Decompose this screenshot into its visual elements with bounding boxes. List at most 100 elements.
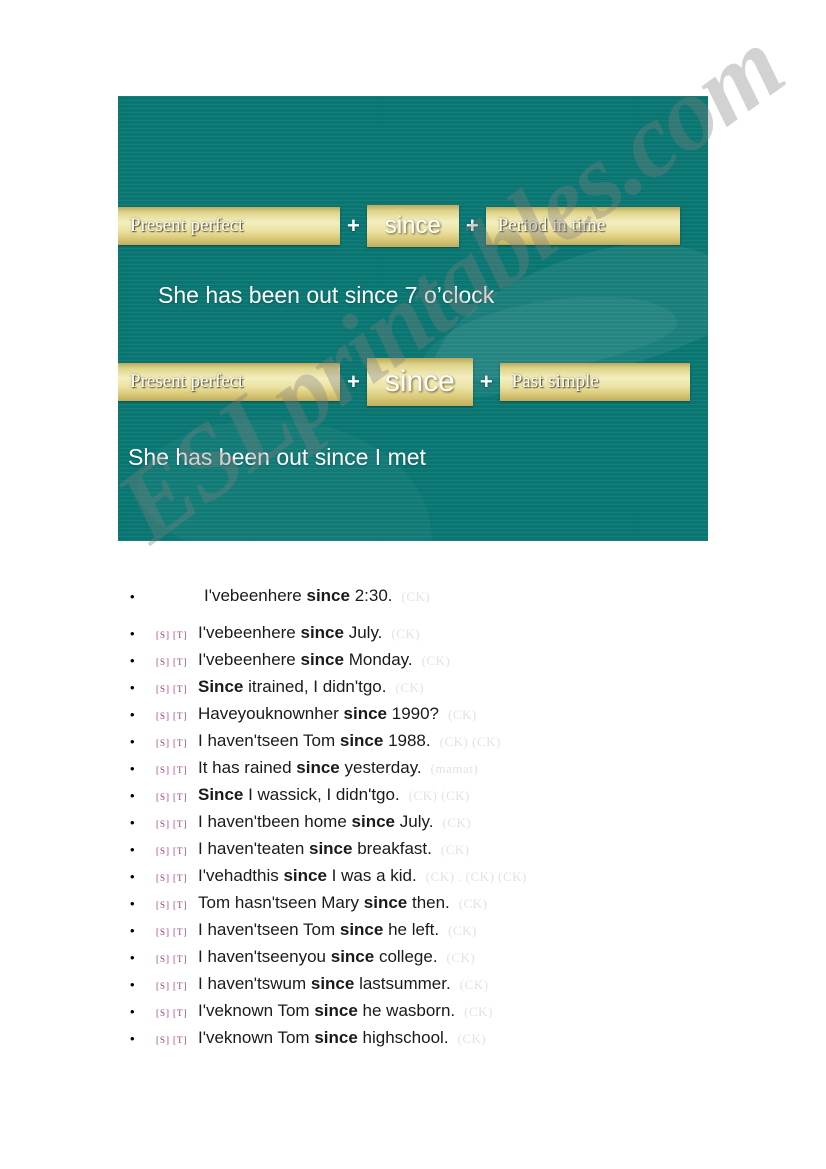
sentence-text: I'vebeenhere since 2:30.: [204, 586, 393, 605]
bullet-icon: •: [130, 923, 135, 938]
list-item: • [S] [T] Since itrained, I didn'tgo. (CK): [118, 677, 798, 704]
list-item: • [S] [T] I haven'teaten since breakfast. (C…: [118, 839, 798, 866]
sentence-tag-group[interactable]: [S] [T]: [156, 954, 198, 964]
sentence-link-s[interactable]: [S]: [156, 630, 170, 640]
translation-link-t[interactable]: [T]: [173, 684, 188, 694]
sentence-link-s[interactable]: [S]: [156, 792, 170, 802]
contributor-credit: (CK): [391, 626, 421, 641]
contributor-credit: (CK) (CK): [439, 734, 501, 749]
list-item: • [S] [T] Since I wassick, I didn'tgo. (CK) …: [118, 785, 798, 812]
contributor-credit: (CK): [458, 896, 488, 911]
translation-link-t[interactable]: [T]: [173, 873, 188, 883]
sentence-tag-group[interactable]: [S] [T]: [156, 900, 198, 910]
sentence-tag-group[interactable]: [S] [T]: [156, 846, 198, 856]
bullet-icon: •: [130, 977, 135, 992]
translation-link-t[interactable]: [T]: [173, 1008, 188, 1018]
sentence-tag-group[interactable]: [S] [T]: [156, 927, 198, 937]
sentence-link-s[interactable]: [S]: [156, 846, 170, 856]
list-item: • [S] [T] I haven'tseen Tom since he left.(…: [118, 920, 798, 947]
keyword-since: since: [310, 974, 355, 993]
bullet-icon: •: [130, 626, 135, 641]
sentence-link-s[interactable]: [S]: [156, 927, 170, 937]
sentence-tag-group[interactable]: [S] [T]: [156, 819, 198, 829]
translation-link-t[interactable]: [T]: [173, 657, 188, 667]
list-item: • [S] [T] I'vebeenhere since Monday. (CK): [118, 650, 798, 677]
bullet-icon: •: [130, 842, 135, 857]
list-item: • [S] [T] I haven'tbeen home since July. (CK…: [118, 812, 798, 839]
formula-since-box-2: since: [366, 358, 473, 406]
sentence-tag-group[interactable]: [S] [T]: [156, 873, 198, 883]
example-sentence-2: She has been out since I met: [128, 444, 426, 470]
contributor-credit: (CK) . (CK) (CK): [425, 869, 527, 884]
sentence-text: I haven'teaten since breakfast.: [198, 839, 432, 858]
sentence-tag-group[interactable]: [S] [T]: [156, 981, 198, 991]
contributor-credit: (CK): [395, 680, 425, 695]
sentence-link-s[interactable]: [S]: [156, 900, 170, 910]
sentence-link-s[interactable]: [S]: [156, 765, 170, 775]
contributor-credit: (CK): [440, 842, 470, 857]
translation-link-t[interactable]: [T]: [173, 630, 188, 640]
keyword-since: since: [306, 586, 350, 605]
example-sentence-1: She has been out since 7 o’clock: [158, 282, 495, 308]
sentence-link-s[interactable]: [S]: [156, 657, 170, 667]
list-item: • [S] [T] Tom hasn'tseen Mary since then. (C…: [118, 893, 798, 920]
translation-link-t[interactable]: [T]: [173, 738, 188, 748]
keyword-since: since: [300, 650, 344, 669]
translation-link-t[interactable]: [T]: [173, 765, 188, 775]
bullet-icon: •: [130, 653, 135, 668]
sentence-text: I haven'tseen Tom since he left.: [198, 920, 440, 939]
list-item: • [S] [T] I'vebeenhere since July. (CK): [118, 623, 798, 650]
sentence-link-s[interactable]: [S]: [156, 711, 170, 721]
sentence-link-s[interactable]: [S]: [156, 873, 170, 883]
contributor-credit: (CK): [448, 707, 477, 722]
sentence-text: Since itrained, I didn'tgo.: [198, 677, 387, 696]
sentence-tag-group[interactable]: [S] [T]: [156, 630, 198, 640]
sentence-link-s[interactable]: [S]: [156, 954, 170, 964]
contributor-credit: (CK): [459, 977, 489, 992]
keyword-since: since: [339, 731, 384, 750]
bullet-icon: •: [130, 680, 135, 695]
list-item: • I'vebeenhere since 2:30. (CK): [118, 586, 798, 623]
formula-past-simple-box: Past simple: [499, 363, 690, 401]
sentence-link-s[interactable]: [S]: [156, 1008, 170, 1018]
keyword-since: since: [283, 866, 327, 885]
list-item: • [S] [T] I haven'tseen Tom since 1988. (CK)…: [118, 731, 798, 758]
sentence-link-s[interactable]: [S]: [156, 1035, 170, 1045]
translation-link-t[interactable]: [T]: [173, 981, 188, 991]
sentence-link-s[interactable]: [S]: [156, 738, 170, 748]
contributor-credit: (CK): [401, 589, 431, 604]
contributor-credit: (CK): [457, 1031, 487, 1046]
sentence-tag-group[interactable]: [S] [T]: [156, 792, 198, 802]
translation-link-t[interactable]: [T]: [173, 711, 188, 721]
translation-link-t[interactable]: [T]: [173, 1035, 188, 1045]
sentence-tag-group[interactable]: [S] [T]: [156, 765, 198, 775]
list-item: • [S] [T] I'veknown Tom since he wasborn. (C…: [118, 1001, 798, 1028]
keyword-since: since: [314, 1028, 358, 1047]
sentence-tag-group[interactable]: [S] [T]: [156, 1035, 198, 1045]
translation-link-t[interactable]: [T]: [173, 927, 188, 937]
sentence-tag-group[interactable]: [S] [T]: [156, 1008, 198, 1018]
sentence-text: I'vebeenhere since Monday.: [198, 650, 413, 669]
translation-link-t[interactable]: [T]: [173, 819, 188, 829]
formula-present-perfect-box-1: Present perfect: [118, 207, 340, 245]
sentence-link-s[interactable]: [S]: [156, 819, 170, 829]
translation-link-t[interactable]: [T]: [173, 846, 188, 856]
bullet-icon: •: [130, 1004, 135, 1019]
formula-row-1: Present perfect + since + Period in time: [118, 205, 680, 247]
contributor-credit: (CK): [448, 923, 477, 938]
bullet-icon: •: [130, 788, 135, 803]
sentence-tag-group[interactable]: [S] [T]: [156, 738, 198, 748]
list-item: • [S] [T] I'vehadthis since I was a kid. (CK…: [118, 866, 798, 893]
translation-link-t[interactable]: [T]: [173, 954, 188, 964]
keyword-since: since: [339, 920, 384, 939]
translation-link-t[interactable]: [T]: [173, 792, 188, 802]
sentence-tag-group[interactable]: [S] [T]: [156, 657, 198, 667]
sentence-link-s[interactable]: [S]: [156, 684, 170, 694]
sentence-link-s[interactable]: [S]: [156, 981, 170, 991]
sentence-tag-group[interactable]: [S] [T]: [156, 711, 198, 721]
sentence-tag-group[interactable]: [S] [T]: [156, 684, 198, 694]
keyword-since: since: [296, 758, 340, 777]
translation-link-t[interactable]: [T]: [173, 900, 188, 910]
plus-operator: +: [347, 213, 360, 238]
sentence-text: I haven'tseenyou since college.: [198, 947, 438, 966]
